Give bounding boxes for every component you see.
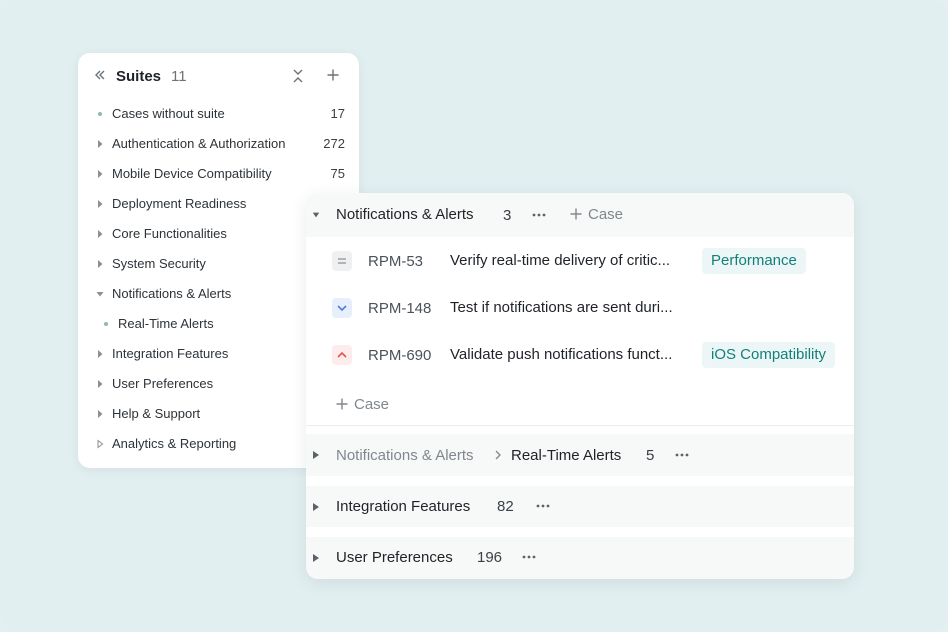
group-name: Real-Time Alerts bbox=[511, 447, 622, 464]
more-icon[interactable] bbox=[522, 555, 536, 559]
group-count: 3 bbox=[503, 207, 512, 224]
plus-icon bbox=[336, 398, 348, 410]
suite-item[interactable]: Authentication & Authorization 272 bbox=[78, 129, 359, 159]
case-title[interactable]: Test if notifications are sent duri... bbox=[450, 299, 673, 316]
suite-item-label: Core Functionalities bbox=[112, 226, 227, 241]
double-chevron-left-icon[interactable] bbox=[94, 69, 106, 81]
tag-badge[interactable]: iOS Compatibility bbox=[702, 342, 836, 368]
chevron-right-icon bbox=[495, 450, 501, 460]
cases-panel: Notifications & Alerts 3 Case RPM-53 Ver… bbox=[306, 193, 854, 579]
group-name: User Preferences bbox=[336, 549, 453, 566]
caret-down-icon[interactable] bbox=[312, 210, 320, 220]
suite-item-label: Help & Support bbox=[112, 406, 201, 421]
group-add-case-button[interactable]: Case bbox=[570, 206, 623, 223]
suite-item-label: Cases without suite bbox=[112, 106, 225, 121]
more-icon[interactable] bbox=[532, 213, 546, 217]
case-row[interactable]: RPM-148 Test if notifications are sent d… bbox=[306, 286, 854, 332]
tag-badge[interactable]: Performance bbox=[702, 248, 806, 274]
suite-item[interactable]: Mobile Device Compatibility 75 bbox=[78, 159, 359, 189]
group-name: Notifications & Alerts bbox=[336, 206, 474, 223]
priority-low-icon bbox=[332, 298, 352, 318]
caret-right-icon[interactable] bbox=[312, 502, 320, 512]
case-id[interactable]: RPM-53 bbox=[368, 253, 423, 270]
dot-icon bbox=[98, 112, 102, 116]
suite-item-label: Notifications & Alerts bbox=[112, 286, 232, 301]
suites-header: Suites 11 bbox=[78, 53, 359, 99]
breadcrumb-parent[interactable]: Notifications & Alerts bbox=[336, 447, 474, 464]
caret-right-icon[interactable] bbox=[312, 450, 320, 460]
priority-high-icon bbox=[332, 345, 352, 365]
caret-right-icon bbox=[98, 350, 103, 358]
caret-right-icon bbox=[98, 260, 103, 268]
suite-item-count: 272 bbox=[323, 136, 345, 151]
suite-item-label: System Security bbox=[112, 256, 206, 271]
caret-right-icon bbox=[98, 170, 103, 178]
add-case-label: Case bbox=[588, 206, 624, 223]
suite-item-label: Deployment Readiness bbox=[112, 196, 247, 211]
caret-down-icon bbox=[96, 292, 104, 297]
caret-right-icon bbox=[98, 200, 103, 208]
group-count: 82 bbox=[497, 498, 514, 515]
case-title[interactable]: Validate push notifications funct... bbox=[450, 346, 672, 363]
group-header-user-preferences[interactable]: User Preferences 196 bbox=[306, 537, 854, 579]
plus-icon bbox=[570, 208, 582, 220]
group-name: Integration Features bbox=[336, 498, 471, 515]
add-case-label: Case bbox=[354, 396, 390, 413]
suite-item-label: Real-Time Alerts bbox=[118, 316, 214, 331]
group-count: 196 bbox=[477, 549, 503, 566]
suite-item-label: Analytics & Reporting bbox=[112, 436, 237, 451]
more-icon[interactable] bbox=[536, 504, 550, 508]
add-case-button[interactable]: Case bbox=[336, 396, 389, 413]
divider bbox=[306, 425, 854, 426]
suite-item-label: User Preferences bbox=[112, 376, 214, 391]
group-header-real-time-alerts[interactable]: Notifications & Alerts Real-Time Alerts … bbox=[306, 434, 854, 476]
fold-icon[interactable] bbox=[292, 69, 304, 83]
case-id[interactable]: RPM-690 bbox=[368, 347, 431, 364]
priority-normal-icon bbox=[332, 251, 352, 271]
case-title[interactable]: Verify real-time delivery of critic... bbox=[450, 252, 670, 269]
caret-right-icon bbox=[98, 380, 103, 388]
group-header-notifications[interactable]: Notifications & Alerts 3 Case bbox=[306, 193, 854, 237]
suite-item-count: 75 bbox=[330, 166, 345, 181]
suite-item-count: 17 bbox=[330, 106, 345, 121]
caret-right-icon bbox=[97, 439, 104, 449]
group-count: 5 bbox=[646, 447, 655, 464]
group-header-integration-features[interactable]: Integration Features 82 bbox=[306, 486, 854, 527]
dot-icon bbox=[104, 322, 108, 326]
caret-right-icon bbox=[98, 140, 103, 148]
suite-item-label: Authentication & Authorization bbox=[112, 136, 286, 151]
case-id[interactable]: RPM-148 bbox=[368, 300, 431, 317]
more-icon[interactable] bbox=[675, 453, 689, 457]
caret-right-icon[interactable] bbox=[312, 553, 320, 563]
plus-icon[interactable] bbox=[327, 69, 339, 81]
suite-item-label: Mobile Device Compatibility bbox=[112, 166, 272, 181]
suite-item-label: Integration Features bbox=[112, 346, 229, 361]
case-row[interactable]: RPM-53 Verify real-time delivery of crit… bbox=[306, 239, 854, 285]
caret-right-icon bbox=[98, 230, 103, 238]
suites-title: Suites bbox=[116, 68, 162, 85]
suite-item[interactable]: Cases without suite 17 bbox=[78, 99, 359, 129]
suites-count: 11 bbox=[171, 68, 187, 85]
caret-right-icon bbox=[98, 410, 103, 418]
case-row[interactable]: RPM-690 Validate push notifications func… bbox=[306, 333, 854, 379]
